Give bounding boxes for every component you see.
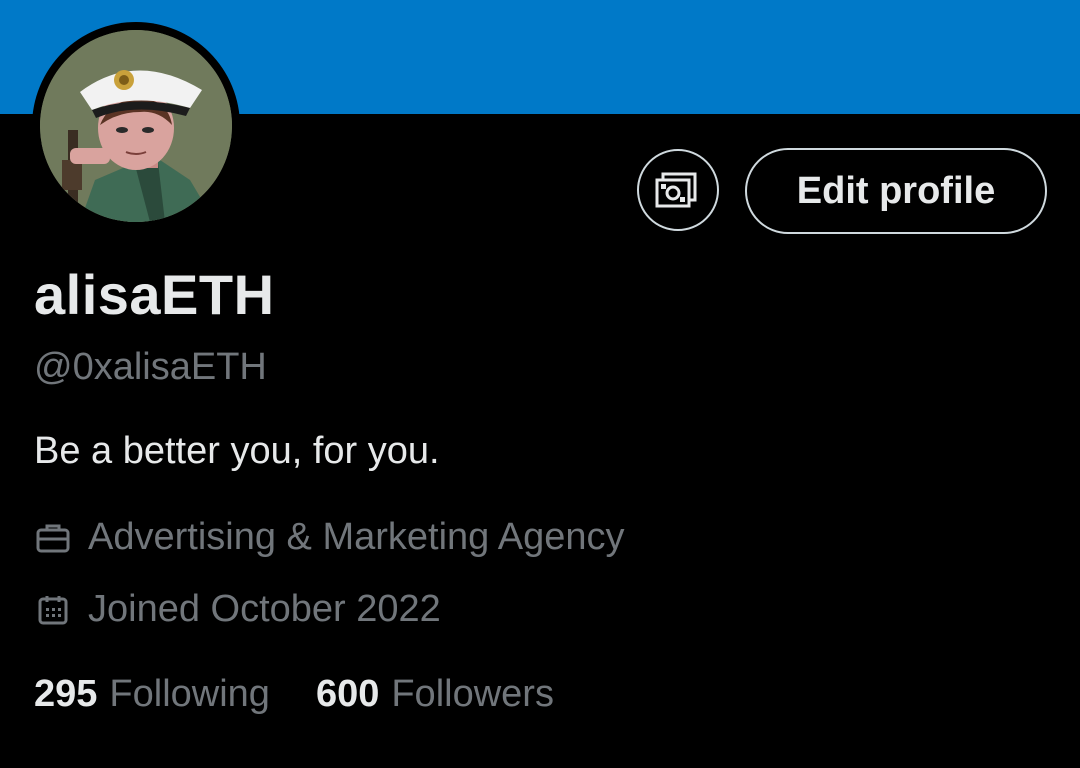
following-count: 295 [34,673,98,715]
calendar-icon [34,591,72,629]
avatar-ring [32,22,240,230]
follow-stats: 295 Following 600 Followers [34,673,554,716]
following-link[interactable]: 295 Following [34,673,270,716]
profile-joined-date: Joined October 2022 [34,588,441,631]
edit-profile-button[interactable]: Edit profile [745,148,1047,234]
profile-category: Advertising & Marketing Agency [34,516,625,559]
joined-label: Joined October 2022 [88,588,441,630]
tip-money-button[interactable] [637,149,719,231]
followers-link[interactable]: 600 Followers [316,673,554,716]
display-name: alisaETH [34,263,275,326]
user-handle: @0xalisaETH [34,346,267,388]
followers-count: 600 [315,673,380,715]
category-label: Advertising & Marketing Agency [88,516,625,558]
briefcase-icon [34,519,72,557]
profile-bio: Be a better you, for you. [34,430,440,472]
avatar[interactable] [40,30,232,222]
money-icon [655,172,697,208]
avatar-image [40,30,232,222]
followers-label: Followers [391,673,554,715]
following-label: Following [109,673,270,715]
